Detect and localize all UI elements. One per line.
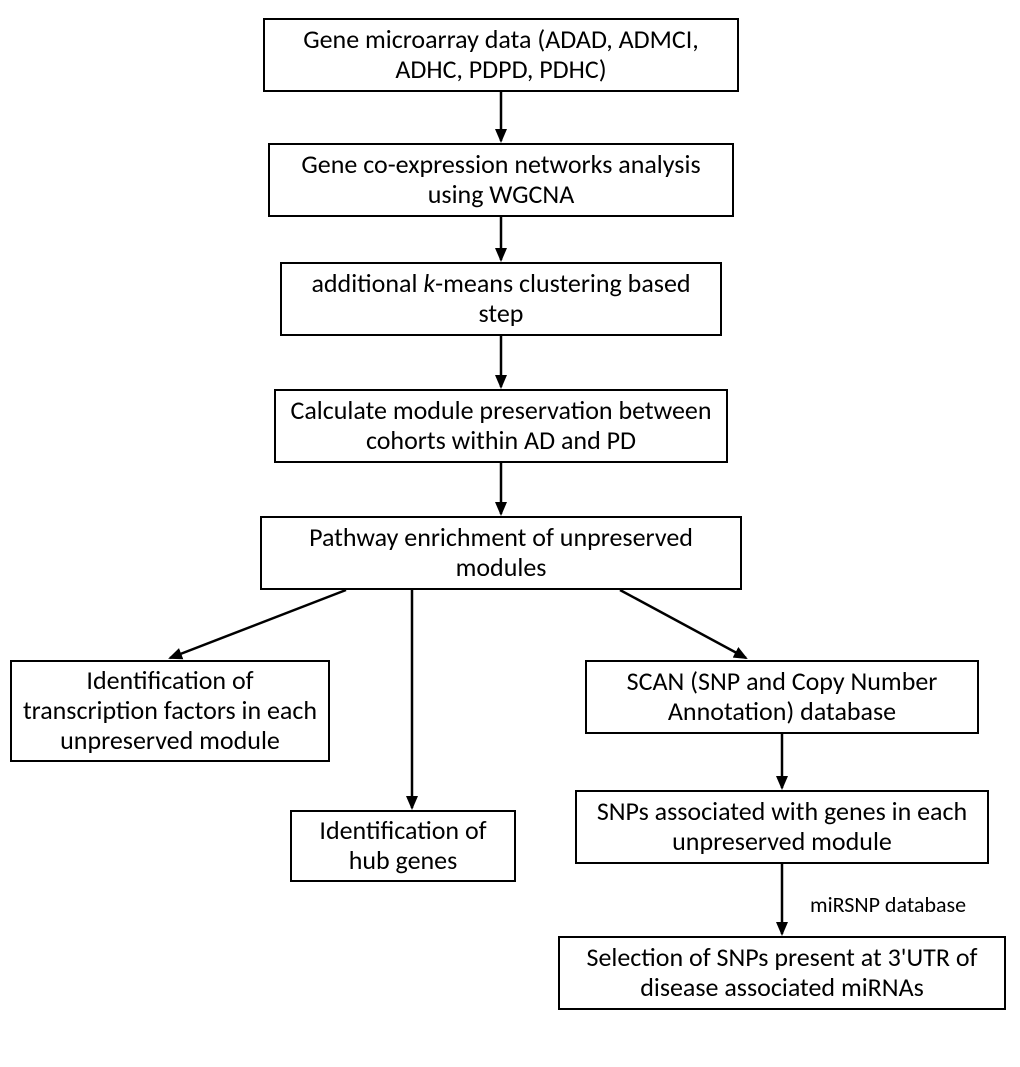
node-scan-db: SCAN (SNP and Copy Number Annotation) da…: [585, 660, 979, 734]
label-mirsnp-db: miRSNP database: [810, 891, 966, 918]
node-text: additional k-means clustering based step: [292, 269, 710, 329]
node-text: SNPs associated with genes in each unpre…: [587, 797, 977, 857]
node-snps-associated: SNPs associated with genes in each unpre…: [575, 790, 989, 864]
node-pathway-enrichment: Pathway enrichment of unpreserved module…: [260, 516, 742, 590]
node-kmeans: additional k-means clustering based step: [280, 262, 722, 336]
node-text: Gene co-expression networks analysis usi…: [280, 150, 722, 210]
node-text: Identification of hub genes: [302, 816, 504, 876]
node-snps-3utr-mirna: Selection of SNPs present at 3'UTR of di…: [558, 936, 1006, 1010]
node-hub-genes: Identification of hub genes: [290, 810, 516, 882]
node-wgcna: Gene co-expression networks analysis usi…: [268, 143, 734, 217]
node-text: SCAN (SNP and Copy Number Annotation) da…: [597, 667, 967, 727]
arrow-n5-n6: [170, 590, 346, 658]
node-transcription-factors: Identification of transcription factors …: [10, 660, 330, 762]
node-gene-microarray: Gene microarray data (ADAD, ADMCI, ADHC,…: [263, 18, 739, 92]
arrow-n5-n8: [620, 590, 746, 658]
node-text: Identification of transcription factors …: [22, 666, 318, 756]
node-module-preservation: Calculate module preservation between co…: [274, 389, 728, 463]
flowchart-canvas: Gene microarray data (ADAD, ADMCI, ADHC,…: [0, 0, 1020, 1067]
node-text: Pathway enrichment of unpreserved module…: [272, 523, 730, 583]
node-text: Gene microarray data (ADAD, ADMCI, ADHC,…: [275, 25, 727, 85]
node-text: Selection of SNPs present at 3'UTR of di…: [570, 943, 994, 1003]
node-text: Calculate module preservation between co…: [286, 396, 716, 456]
